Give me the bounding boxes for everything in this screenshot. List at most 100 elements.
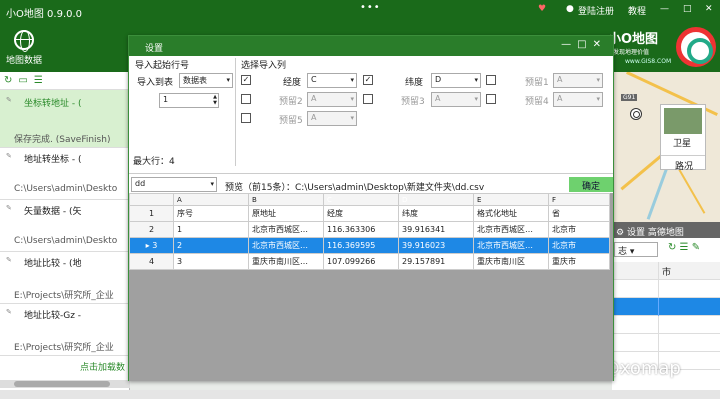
close-icon[interactable]: ✕ [705, 4, 713, 14]
task-status: C:\Users\admin\Deskto [14, 236, 118, 246]
refresh-icon[interactable]: ↻ [4, 75, 12, 86]
column-checkbox[interactable] [486, 75, 496, 85]
start-row-input[interactable]: 1 ▲ ▼ [159, 93, 219, 108]
column-checkbox[interactable] [241, 113, 251, 123]
table-cell[interactable]: 北京市西城区… [248, 221, 324, 238]
table-cell[interactable]: 北京市西城区… [473, 221, 549, 238]
table-cell[interactable]: 北京市 [548, 237, 610, 254]
map-settings-bar[interactable]: ⚙ 设置 高德地图 [612, 222, 720, 238]
table-cell[interactable]: 1 [173, 221, 249, 238]
table-cell[interactable]: 116.363306 [323, 221, 399, 238]
column-select[interactable]: A ▾ [553, 92, 603, 107]
dialog-title: 设置 [145, 44, 164, 54]
table-cell[interactable]: 序号 [173, 205, 249, 222]
close-icon[interactable]: ✕ [593, 39, 607, 50]
column-select[interactable]: A ▾ [307, 111, 357, 126]
table-cell[interactable]: 29.157891 [398, 253, 474, 270]
column-checkbox[interactable] [486, 94, 496, 104]
preview-bar: dd ▾ 预览（前15条）：C:\Users\admin\Desktop\新建文件… [129, 173, 613, 193]
column-checkbox[interactable]: ✓ [241, 75, 251, 85]
field-select[interactable]: 志 ▾ [614, 242, 658, 257]
sheet-select[interactable]: dd ▾ [131, 177, 217, 192]
horizontal-scrollbar[interactable] [0, 380, 130, 388]
column-letter[interactable]: F [548, 193, 610, 206]
brand-name: 小O地图 [608, 32, 659, 47]
minimize-icon[interactable]: — [561, 39, 577, 50]
table-cell[interactable]: 北京市西城区… [248, 237, 324, 254]
list-icon[interactable]: ☰ [34, 75, 43, 86]
task-item[interactable]: ✎ 坐标转地址 - ( 保存完成. (SaveFinish) [0, 90, 130, 148]
column-letter[interactable]: B [248, 193, 324, 206]
task-item[interactable]: ✎ 矢量数据 - (矢 C:\Users\admin\Deskto [0, 200, 130, 252]
satellite-thumbnail[interactable] [664, 108, 702, 134]
column-select[interactable]: D ▾ [431, 73, 481, 88]
task-panel: ↻ ▭ ☰ ✎ 坐标转地址 - ( 保存完成. (SaveFinish) ✎ 地址转… [0, 72, 130, 390]
column-letter[interactable]: D [398, 193, 474, 206]
traffic-label[interactable]: 路况 [661, 155, 705, 172]
location-icon[interactable] [630, 108, 642, 120]
tutorial-link[interactable]: 教程 [628, 4, 646, 17]
task-item[interactable]: ✎ 地址比较 - (地 E:\Projects\研究所_企业 [0, 252, 130, 304]
table-cell[interactable]: 北京市 [548, 221, 610, 238]
table-cell[interactable]: 重庆市南川区 [473, 253, 549, 270]
user-icon[interactable]: ● [566, 4, 574, 14]
table-cell[interactable]: 原地址 [248, 205, 324, 222]
table-row[interactable]: 1 序号 原地址 经度 纬度 格式化地址 省 [129, 205, 610, 222]
column-letter[interactable]: C [323, 193, 399, 206]
map-data-button[interactable]: 地图数据 [6, 53, 42, 66]
column-select[interactable]: A ▾ [307, 92, 357, 107]
column-letter[interactable]: E [473, 193, 549, 206]
maximize-icon[interactable]: □ [577, 39, 592, 50]
layer-switcher[interactable]: 卫星 路况 [660, 104, 706, 172]
more-dots-icon[interactable]: ••• [360, 2, 381, 13]
column-checkbox[interactable] [363, 94, 373, 104]
table-cell[interactable]: 省 [548, 205, 610, 222]
grid-tool-icons[interactable]: ↻ ☰ ✎ [668, 242, 700, 253]
folder-icon[interactable]: ▭ [18, 75, 27, 86]
table-cell[interactable]: 纬度 [398, 205, 474, 222]
settings-dialog: 设置 —□✕ 导入起始行号 导入到表 数据表 ▾ 1 ▲ ▼ 最大行：4 选择导入列 … [128, 35, 614, 381]
column-checkbox[interactable] [241, 94, 251, 104]
minimize-icon[interactable]: — [660, 4, 669, 14]
globe-icon[interactable] [14, 30, 34, 52]
table-cell[interactable]: 2 [173, 237, 249, 254]
table-cell[interactable]: 39.916341 [398, 221, 474, 238]
map-view[interactable]: G91 卫星 路况 [612, 72, 720, 222]
column-label: 纬度 [405, 78, 424, 88]
table-cell[interactable]: 经度 [323, 205, 399, 222]
task-item[interactable]: ✎ 地址比较-Gz - E:\Projects\研究所_企业 [0, 304, 130, 356]
table-row[interactable]: 2 1 北京市西城区… 116.363306 39.916341 北京市西城区…… [129, 221, 610, 238]
maximize-icon[interactable]: □ [683, 4, 692, 14]
column-select[interactable]: A ▾ [431, 92, 481, 107]
corner-cell[interactable] [129, 193, 174, 206]
satellite-label[interactable]: 卫星 [673, 136, 691, 149]
column-select[interactable]: A ▾ [553, 73, 603, 88]
ok-button[interactable]: 确定 [569, 177, 613, 192]
import-to-label: 导入到表 [137, 78, 174, 88]
table-cell[interactable]: 39.916023 [398, 237, 474, 254]
table-row-selected[interactable]: ▸ 3 2 北京市西城区… 116.369595 39.916023 北京市西城… [129, 237, 610, 254]
load-more-link[interactable]: 点击加载数 [80, 360, 125, 373]
table-cell[interactable]: 116.369595 [323, 237, 399, 254]
table-cell[interactable]: 重庆市南川区… [248, 253, 324, 270]
import-to-select[interactable]: 数据表 ▾ [179, 73, 233, 88]
grid-toolbar: 志 ▾ ↻ ☰ ✎ [612, 240, 720, 260]
task-status: 保存完成. (SaveFinish) [14, 135, 111, 145]
table-cell[interactable]: 重庆市 [548, 253, 610, 270]
gear-icon[interactable]: ⚙ [616, 228, 624, 238]
table-cell[interactable]: 107.099266 [323, 253, 399, 270]
column-letter[interactable]: A [173, 193, 249, 206]
column-label: 经度 [283, 78, 302, 88]
column-select[interactable]: C ▾ [307, 73, 357, 88]
table-cell[interactable]: 格式化地址 [473, 205, 549, 222]
task-item[interactable]: ✎ 地址转坐标 - ( C:\Users\admin\Deskto [0, 148, 130, 200]
preview-path: 预览（前15条）：C:\Users\admin\Desktop\新建文件夹\dd… [225, 183, 485, 193]
table-cell[interactable]: 3 [173, 253, 249, 270]
dialog-titlebar[interactable]: 设置 —□✕ [129, 36, 613, 56]
heart-icon[interactable]: ♥ [538, 4, 546, 14]
table-cell[interactable]: 北京市西城区… [473, 237, 549, 254]
task-icon: ✎ [6, 204, 12, 212]
column-checkbox[interactable]: ✓ [363, 75, 373, 85]
login-link[interactable]: 登陆注册 [578, 4, 614, 17]
table-row[interactable]: 4 3 重庆市南川区… 107.099266 29.157891 重庆市南川区 … [129, 253, 610, 270]
